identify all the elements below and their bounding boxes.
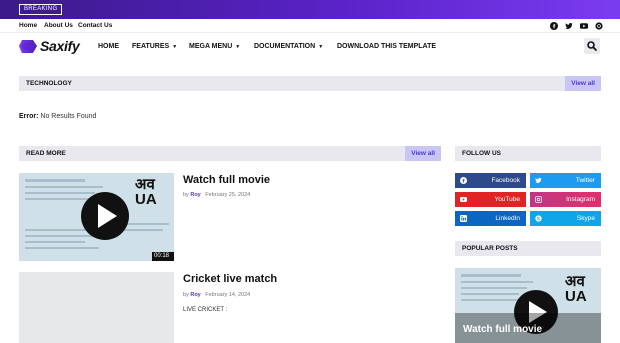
video-duration: 00:18: [154, 253, 170, 259]
instagram-follow-button[interactable]: Instagram: [530, 192, 601, 207]
chevron-down-icon: ▼: [172, 44, 178, 50]
follow-us-section-header: FOLLOW US: [455, 146, 601, 161]
facebook-icon[interactable]: [550, 22, 558, 30]
facebook-follow-button[interactable]: Facebook: [455, 173, 526, 188]
nav-link-contact-us[interactable]: Contact Us: [78, 22, 112, 29]
social-label: LinkedIn: [495, 215, 520, 222]
error-text: No Results Found: [40, 113, 97, 120]
view-all-button[interactable]: View all: [565, 76, 601, 91]
popular-posts-section-header: POPULAR POSTS: [455, 241, 601, 256]
read-more-section-header: READ MORE View all: [19, 146, 441, 161]
nav-download-template[interactable]: DOWNLOAD THIS TEMPLATE: [337, 43, 436, 50]
youtube-icon: [460, 197, 467, 202]
post-thumbnail[interactable]: [19, 272, 174, 343]
nav-home-label: HOME: [98, 43, 119, 50]
facebook-icon: [460, 177, 467, 184]
post-excerpt: LIVE CRICKET :: [183, 307, 228, 313]
search-icon: [587, 41, 597, 51]
post-title[interactable]: Watch full movie: [183, 174, 270, 186]
twitter-icon[interactable]: [565, 22, 573, 30]
site-logo[interactable]: Saxify: [19, 38, 80, 54]
post-by: by: [183, 192, 189, 198]
technology-section-header: TECHNOLOGY View all: [19, 76, 601, 91]
instagram-icon: [535, 196, 542, 203]
section-title: FOLLOW US: [462, 150, 501, 157]
post-title[interactable]: Cricket live match: [183, 273, 277, 285]
skype-icon: [535, 215, 542, 222]
section-title: POPULAR POSTS: [462, 245, 518, 252]
post-meta: by Roy February 14, 2024: [183, 292, 250, 298]
breaking-label: BREAKING: [19, 4, 63, 15]
post-date: February 14, 2024: [205, 292, 251, 298]
linkedin-icon: [460, 215, 467, 222]
breaking-bar: BREAKING: [0, 0, 620, 19]
logo-text: Saxify: [40, 38, 80, 54]
post-author[interactable]: Roy: [190, 292, 200, 298]
twitter-icon: [535, 177, 542, 184]
chevron-down-icon: ▼: [318, 44, 324, 50]
post-meta: by Roy February 25, 2024: [183, 192, 250, 198]
nav-home[interactable]: HOME: [98, 43, 119, 50]
nav-mega-menu[interactable]: MEGA MENU ▼: [189, 43, 240, 50]
social-label: Twitter: [575, 177, 595, 184]
youtube-icon[interactable]: [580, 22, 588, 30]
nav-documentation-label: DOCUMENTATION: [254, 43, 316, 50]
post-thumbnail[interactable]: अव UA 00:18: [19, 173, 174, 261]
search-button[interactable]: [584, 38, 600, 54]
post-author[interactable]: Roy: [190, 192, 200, 198]
section-title: TECHNOLOGY: [26, 80, 72, 87]
logo-mark-icon: [19, 39, 38, 54]
linkedin-follow-button[interactable]: LinkedIn: [455, 211, 526, 226]
nav-documentation[interactable]: DOCUMENTATION ▼: [254, 43, 323, 50]
thumbnail-watermark: अव UA: [565, 273, 587, 305]
social-label: Instagram: [566, 196, 595, 203]
popular-post-title[interactable]: Watch full movie: [463, 324, 542, 335]
error-label: Error:: [19, 113, 39, 120]
nav-features[interactable]: FEATURES ▼: [132, 43, 177, 50]
secondary-nav: Home About Us Contact Us: [0, 19, 620, 33]
nav-features-label: FEATURES: [132, 43, 170, 50]
skype-follow-button[interactable]: Skype: [530, 211, 601, 226]
social-label: Skype: [576, 215, 595, 222]
nav-download-label: DOWNLOAD THIS TEMPLATE: [337, 43, 437, 50]
twitter-follow-button[interactable]: Twitter: [530, 173, 601, 188]
social-label: Facebook: [491, 177, 520, 184]
site-header: Saxify HOME FEATURES ▼ MEGA MENU ▼ DOCUMEN…: [0, 33, 620, 61]
thumbnail-watermark: अव UA: [135, 176, 157, 208]
post-by: by: [183, 292, 189, 298]
view-all-button[interactable]: View all: [405, 146, 441, 161]
error-message: Error: No Results Found: [19, 113, 96, 120]
nav-mega-menu-label: MEGA MENU: [189, 43, 233, 50]
nav-link-about-us[interactable]: About Us: [44, 22, 73, 29]
post-date: February 25, 2024: [205, 192, 251, 198]
youtube-follow-button[interactable]: YouTube: [455, 192, 526, 207]
section-title: READ MORE: [26, 150, 66, 157]
social-label: YouTube: [494, 196, 520, 203]
instagram-icon[interactable]: [595, 22, 603, 30]
social-links-top: [550, 22, 603, 30]
chevron-down-icon: ▼: [235, 44, 241, 50]
nav-link-home[interactable]: Home: [19, 22, 37, 29]
